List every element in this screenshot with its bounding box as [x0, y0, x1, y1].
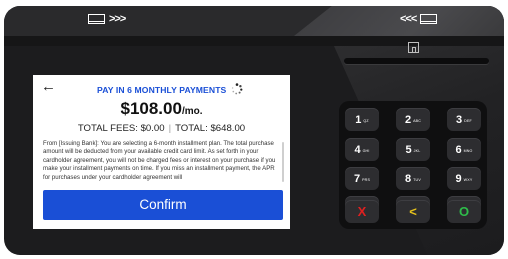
key-digit: 1 — [355, 113, 362, 126]
chip-insert-icon — [408, 42, 419, 53]
enter-key[interactable]: O — [447, 200, 481, 223]
key-1[interactable]: 1 QZ — [345, 108, 379, 131]
swipe-arrows-left: >>> — [109, 13, 126, 25]
total-fees: TOTAL FEES: $0.00 — [77, 123, 165, 134]
disclosure-text[interactable]: From [Issuing Bank]: You are selecting a… — [43, 140, 279, 188]
swipe-indicator-right: <<< — [400, 13, 438, 25]
key-digit: 6 — [455, 143, 462, 156]
key-letters: QZ — [363, 119, 369, 123]
key-8[interactable]: 8 TUV — [396, 167, 430, 190]
key-letters: GHI — [362, 149, 370, 153]
key-digit: 3 — [456, 113, 463, 126]
swipe-arrows-right: <<< — [400, 13, 417, 25]
function-key-row: X < O — [345, 200, 481, 223]
swipe-indicator-left: >>> — [88, 13, 126, 25]
card-slot-icon — [420, 14, 438, 24]
page-title: PAY IN 6 MONTHLY PAYMENTS — [97, 85, 227, 95]
key-letters: PRS — [362, 178, 371, 182]
key-letters: TUV — [413, 178, 421, 182]
clear-key[interactable]: < — [396, 200, 430, 223]
clear-glyph: < — [409, 204, 417, 219]
key-digit: 2 — [404, 113, 412, 126]
key-5[interactable]: 5 JKL — [396, 138, 430, 161]
monthly-amount: $108.00/mo. — [33, 99, 290, 119]
key-digit: 5 — [405, 143, 412, 156]
terminal-divider — [4, 36, 504, 46]
key-3[interactable]: 3 DEF — [447, 108, 481, 131]
disclosure-scrollbar[interactable] — [282, 142, 284, 182]
key-digit: 8 — [405, 172, 412, 185]
monthly-amount-value: $108.00 — [120, 99, 182, 118]
key-digit: 4 — [354, 143, 361, 156]
key-digit: 7 — [353, 172, 361, 185]
confirm-button[interactable]: Confirm — [43, 190, 283, 220]
card-reader-slot — [344, 58, 489, 64]
key-7[interactable]: 7 PRS — [345, 167, 379, 190]
key-letters: ABC — [413, 119, 422, 123]
key-letters: JKL — [413, 149, 421, 153]
key-digit: 9 — [455, 172, 462, 185]
card-slot-icon — [88, 14, 105, 24]
fee-summary: TOTAL FEES: $0.00 | TOTAL: $648.00 — [33, 123, 290, 134]
key-letters: WXY — [463, 178, 473, 182]
key-letters: DEF — [464, 119, 472, 123]
key-letters: MNO — [463, 149, 473, 153]
cancel-glyph: X — [357, 204, 367, 219]
enter-glyph: O — [458, 204, 470, 219]
monthly-suffix: /mo. — [181, 106, 203, 117]
total-amount: TOTAL: $648.00 — [175, 123, 246, 134]
fee-separator: | — [168, 123, 172, 134]
terminal-screen: ← PAY IN 6 MONTHLY PAYMENTS $108.00/mo. … — [33, 75, 290, 229]
key-4[interactable]: 4 GHI — [345, 138, 379, 161]
key-2[interactable]: 2 ABC — [396, 108, 430, 131]
key-6[interactable]: 6 MNO — [447, 138, 481, 161]
key-9[interactable]: 9 WXY — [447, 167, 481, 190]
spinner-icon — [231, 83, 243, 95]
back-arrow-icon[interactable]: ← — [41, 79, 56, 95]
cancel-key[interactable]: X — [345, 200, 379, 223]
